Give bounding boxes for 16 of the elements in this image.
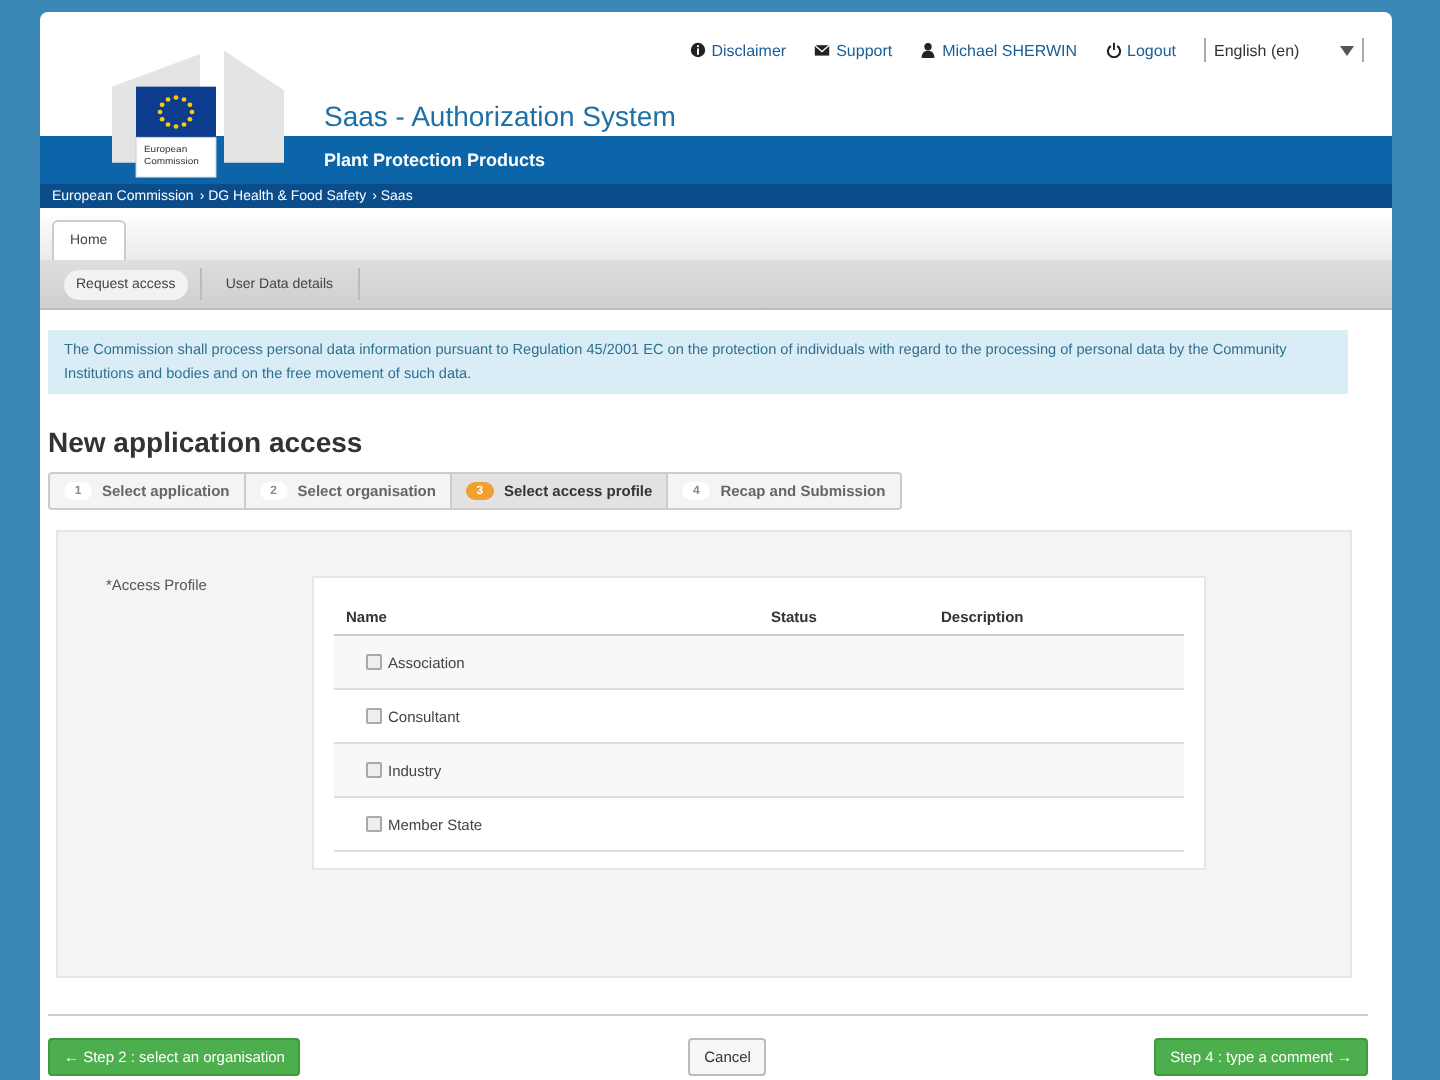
checkbox[interactable] <box>366 816 382 832</box>
info-icon <box>689 42 706 58</box>
site-title: Saas - Authorization System <box>324 100 676 132</box>
language-select[interactable]: English (en) <box>1204 38 1364 62</box>
caret-icon <box>1340 45 1354 55</box>
header-link[interactable]: Support <box>814 41 893 59</box>
checkbox[interactable] <box>366 708 382 724</box>
checkbox[interactable] <box>366 654 382 670</box>
header-link[interactable]: Logout <box>1105 41 1176 59</box>
header-link[interactable]: Michael SHERWIN <box>920 41 1078 59</box>
page-heading: New application access <box>48 426 365 458</box>
envelope-icon <box>814 42 831 58</box>
power-icon <box>1105 42 1122 58</box>
user-icon <box>920 42 937 58</box>
header-link[interactable]: Disclaimer <box>689 41 787 59</box>
checkbox[interactable] <box>366 762 382 778</box>
